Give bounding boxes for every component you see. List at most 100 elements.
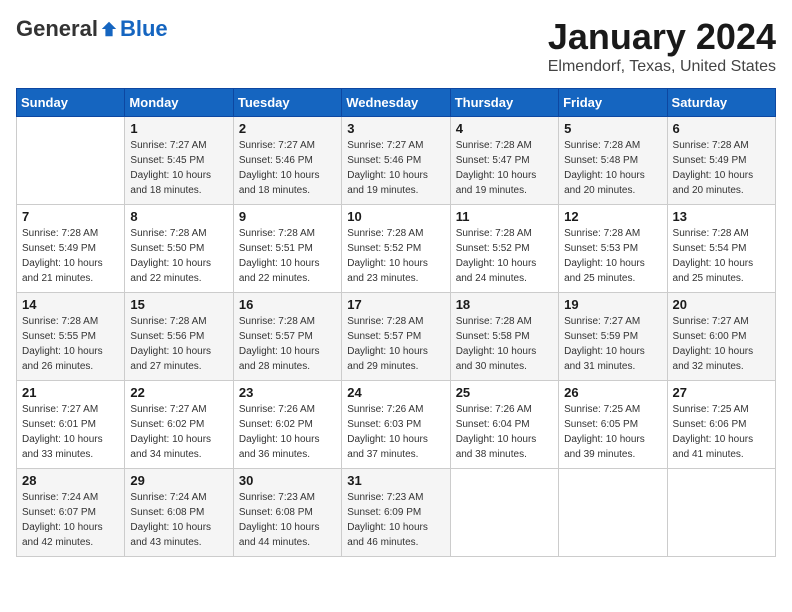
calendar-cell: 13Sunrise: 7:28 AMSunset: 5:54 PMDayligh…	[667, 205, 775, 293]
day-number: 22	[130, 385, 227, 400]
day-number: 14	[22, 297, 119, 312]
weekday-header-friday: Friday	[559, 89, 667, 117]
weekday-header-row: SundayMondayTuesdayWednesdayThursdayFrid…	[17, 89, 776, 117]
day-number: 21	[22, 385, 119, 400]
day-info: Sunrise: 7:28 AMSunset: 5:55 PMDaylight:…	[22, 314, 119, 374]
page-header: General Blue January 2024 Elmendorf, Tex…	[16, 16, 776, 76]
day-info: Sunrise: 7:28 AMSunset: 5:49 PMDaylight:…	[673, 138, 770, 198]
day-number: 9	[239, 209, 336, 224]
day-info: Sunrise: 7:28 AMSunset: 5:49 PMDaylight:…	[22, 226, 119, 286]
day-number: 30	[239, 473, 336, 488]
calendar-cell: 23Sunrise: 7:26 AMSunset: 6:02 PMDayligh…	[233, 381, 341, 469]
day-number: 20	[673, 297, 770, 312]
day-number: 24	[347, 385, 444, 400]
week-row-1: 1 Sunrise: 7:27 AMSunset: 5:45 PMDaylight…	[17, 117, 776, 205]
calendar-cell	[450, 469, 558, 557]
day-number: 11	[456, 209, 553, 224]
logo-icon	[100, 20, 118, 38]
calendar-cell: 10 Sunrise: 7:28 AMSunset: 5:52 PMDayligh…	[342, 205, 450, 293]
day-number: 31	[347, 473, 444, 488]
day-info: Sunrise: 7:27 AMSunset: 5:59 PMDaylight:…	[564, 314, 661, 374]
day-info: Sunrise: 7:28 AMSunset: 5:53 PMDaylight:…	[564, 226, 661, 286]
calendar-cell: 1 Sunrise: 7:27 AMSunset: 5:45 PMDaylight…	[125, 117, 233, 205]
day-info: Sunrise: 7:28 AMSunset: 5:51 PMDaylight:…	[239, 226, 336, 286]
day-info: Sunrise: 7:23 AMSunset: 6:09 PMDaylight:…	[347, 490, 444, 550]
day-info: Sunrise: 7:24 AMSunset: 6:07 PMDaylight:…	[22, 490, 119, 550]
day-info: Sunrise: 7:23 AMSunset: 6:08 PMDaylight:…	[239, 490, 336, 550]
day-info: Sunrise: 7:27 AMSunset: 5:46 PMDaylight:…	[239, 138, 336, 198]
weekday-header-sunday: Sunday	[17, 89, 125, 117]
day-number: 13	[673, 209, 770, 224]
day-number: 3	[347, 121, 444, 136]
calendar-cell: 6 Sunrise: 7:28 AMSunset: 5:49 PMDaylight…	[667, 117, 775, 205]
title-block: January 2024 Elmendorf, Texas, United St…	[548, 16, 776, 76]
week-row-2: 7 Sunrise: 7:28 AMSunset: 5:49 PMDaylight…	[17, 205, 776, 293]
calendar-title: January 2024	[548, 16, 776, 58]
calendar-cell: 18Sunrise: 7:28 AMSunset: 5:58 PMDayligh…	[450, 293, 558, 381]
calendar-cell: 17Sunrise: 7:28 AMSunset: 5:57 PMDayligh…	[342, 293, 450, 381]
calendar-cell: 5 Sunrise: 7:28 AMSunset: 5:48 PMDaylight…	[559, 117, 667, 205]
day-info: Sunrise: 7:25 AMSunset: 6:05 PMDaylight:…	[564, 402, 661, 462]
calendar-cell: 22 Sunrise: 7:27 AMSunset: 6:02 PMDayligh…	[125, 381, 233, 469]
week-row-5: 28 Sunrise: 7:24 AMSunset: 6:07 PMDayligh…	[17, 469, 776, 557]
day-info: Sunrise: 7:28 AMSunset: 5:56 PMDaylight:…	[130, 314, 227, 374]
calendar-cell: 21Sunrise: 7:27 AMSunset: 6:01 PMDayligh…	[17, 381, 125, 469]
day-info: Sunrise: 7:27 AMSunset: 6:02 PMDaylight:…	[130, 402, 227, 462]
calendar-cell: 19 Sunrise: 7:27 AMSunset: 5:59 PMDayligh…	[559, 293, 667, 381]
day-number: 8	[130, 209, 227, 224]
day-info: Sunrise: 7:28 AMSunset: 5:50 PMDaylight:…	[130, 226, 227, 286]
weekday-header-monday: Monday	[125, 89, 233, 117]
day-number: 27	[673, 385, 770, 400]
calendar-cell: 9 Sunrise: 7:28 AMSunset: 5:51 PMDaylight…	[233, 205, 341, 293]
day-number: 23	[239, 385, 336, 400]
weekday-header-tuesday: Tuesday	[233, 89, 341, 117]
calendar-cell: 7 Sunrise: 7:28 AMSunset: 5:49 PMDaylight…	[17, 205, 125, 293]
calendar-cell: 29 Sunrise: 7:24 AMSunset: 6:08 PMDayligh…	[125, 469, 233, 557]
day-number: 26	[564, 385, 661, 400]
logo-general-text: General	[16, 16, 98, 42]
day-info: Sunrise: 7:27 AMSunset: 5:46 PMDaylight:…	[347, 138, 444, 198]
day-info: Sunrise: 7:26 AMSunset: 6:04 PMDaylight:…	[456, 402, 553, 462]
day-number: 29	[130, 473, 227, 488]
logo: General Blue	[16, 16, 168, 42]
calendar-cell: 12Sunrise: 7:28 AMSunset: 5:53 PMDayligh…	[559, 205, 667, 293]
day-number: 1	[130, 121, 227, 136]
calendar-cell: 16Sunrise: 7:28 AMSunset: 5:57 PMDayligh…	[233, 293, 341, 381]
calendar-cell: 8 Sunrise: 7:28 AMSunset: 5:50 PMDaylight…	[125, 205, 233, 293]
calendar-cell	[17, 117, 125, 205]
day-info: Sunrise: 7:27 AMSunset: 6:00 PMDaylight:…	[673, 314, 770, 374]
day-number: 10	[347, 209, 444, 224]
calendar-cell: 4Sunrise: 7:28 AMSunset: 5:47 PMDaylight…	[450, 117, 558, 205]
day-number: 17	[347, 297, 444, 312]
calendar-cell: 28 Sunrise: 7:24 AMSunset: 6:07 PMDayligh…	[17, 469, 125, 557]
day-info: Sunrise: 7:28 AMSunset: 5:58 PMDaylight:…	[456, 314, 553, 374]
day-number: 25	[456, 385, 553, 400]
day-info: Sunrise: 7:24 AMSunset: 6:08 PMDaylight:…	[130, 490, 227, 550]
calendar-cell: 24 Sunrise: 7:26 AMSunset: 6:03 PMDayligh…	[342, 381, 450, 469]
day-info: Sunrise: 7:28 AMSunset: 5:52 PMDaylight:…	[456, 226, 553, 286]
weekday-header-thursday: Thursday	[450, 89, 558, 117]
calendar-cell: 30 Sunrise: 7:23 AMSunset: 6:08 PMDayligh…	[233, 469, 341, 557]
calendar-cell: 3 Sunrise: 7:27 AMSunset: 5:46 PMDaylight…	[342, 117, 450, 205]
calendar-cell: 20 Sunrise: 7:27 AMSunset: 6:00 PMDayligh…	[667, 293, 775, 381]
calendar-cell: 25 Sunrise: 7:26 AMSunset: 6:04 PMDayligh…	[450, 381, 558, 469]
day-number: 7	[22, 209, 119, 224]
day-number: 19	[564, 297, 661, 312]
calendar-cell: 15Sunrise: 7:28 AMSunset: 5:56 PMDayligh…	[125, 293, 233, 381]
calendar-cell: 26 Sunrise: 7:25 AMSunset: 6:05 PMDayligh…	[559, 381, 667, 469]
calendar-cell: 14 Sunrise: 7:28 AMSunset: 5:55 PMDayligh…	[17, 293, 125, 381]
calendar-cell: 31 Sunrise: 7:23 AMSunset: 6:09 PMDayligh…	[342, 469, 450, 557]
calendar-cell	[667, 469, 775, 557]
calendar-cell: 11 Sunrise: 7:28 AMSunset: 5:52 PMDayligh…	[450, 205, 558, 293]
day-number: 28	[22, 473, 119, 488]
week-row-3: 14 Sunrise: 7:28 AMSunset: 5:55 PMDayligh…	[17, 293, 776, 381]
calendar-cell: 27Sunrise: 7:25 AMSunset: 6:06 PMDayligh…	[667, 381, 775, 469]
calendar-subtitle: Elmendorf, Texas, United States	[548, 58, 776, 76]
day-info: Sunrise: 7:28 AMSunset: 5:52 PMDaylight:…	[347, 226, 444, 286]
day-info: Sunrise: 7:28 AMSunset: 5:48 PMDaylight:…	[564, 138, 661, 198]
day-info: Sunrise: 7:27 AMSunset: 5:45 PMDaylight:…	[130, 138, 227, 198]
day-number: 6	[673, 121, 770, 136]
day-number: 5	[564, 121, 661, 136]
day-info: Sunrise: 7:26 AMSunset: 6:03 PMDaylight:…	[347, 402, 444, 462]
logo-blue-text: Blue	[120, 16, 168, 42]
